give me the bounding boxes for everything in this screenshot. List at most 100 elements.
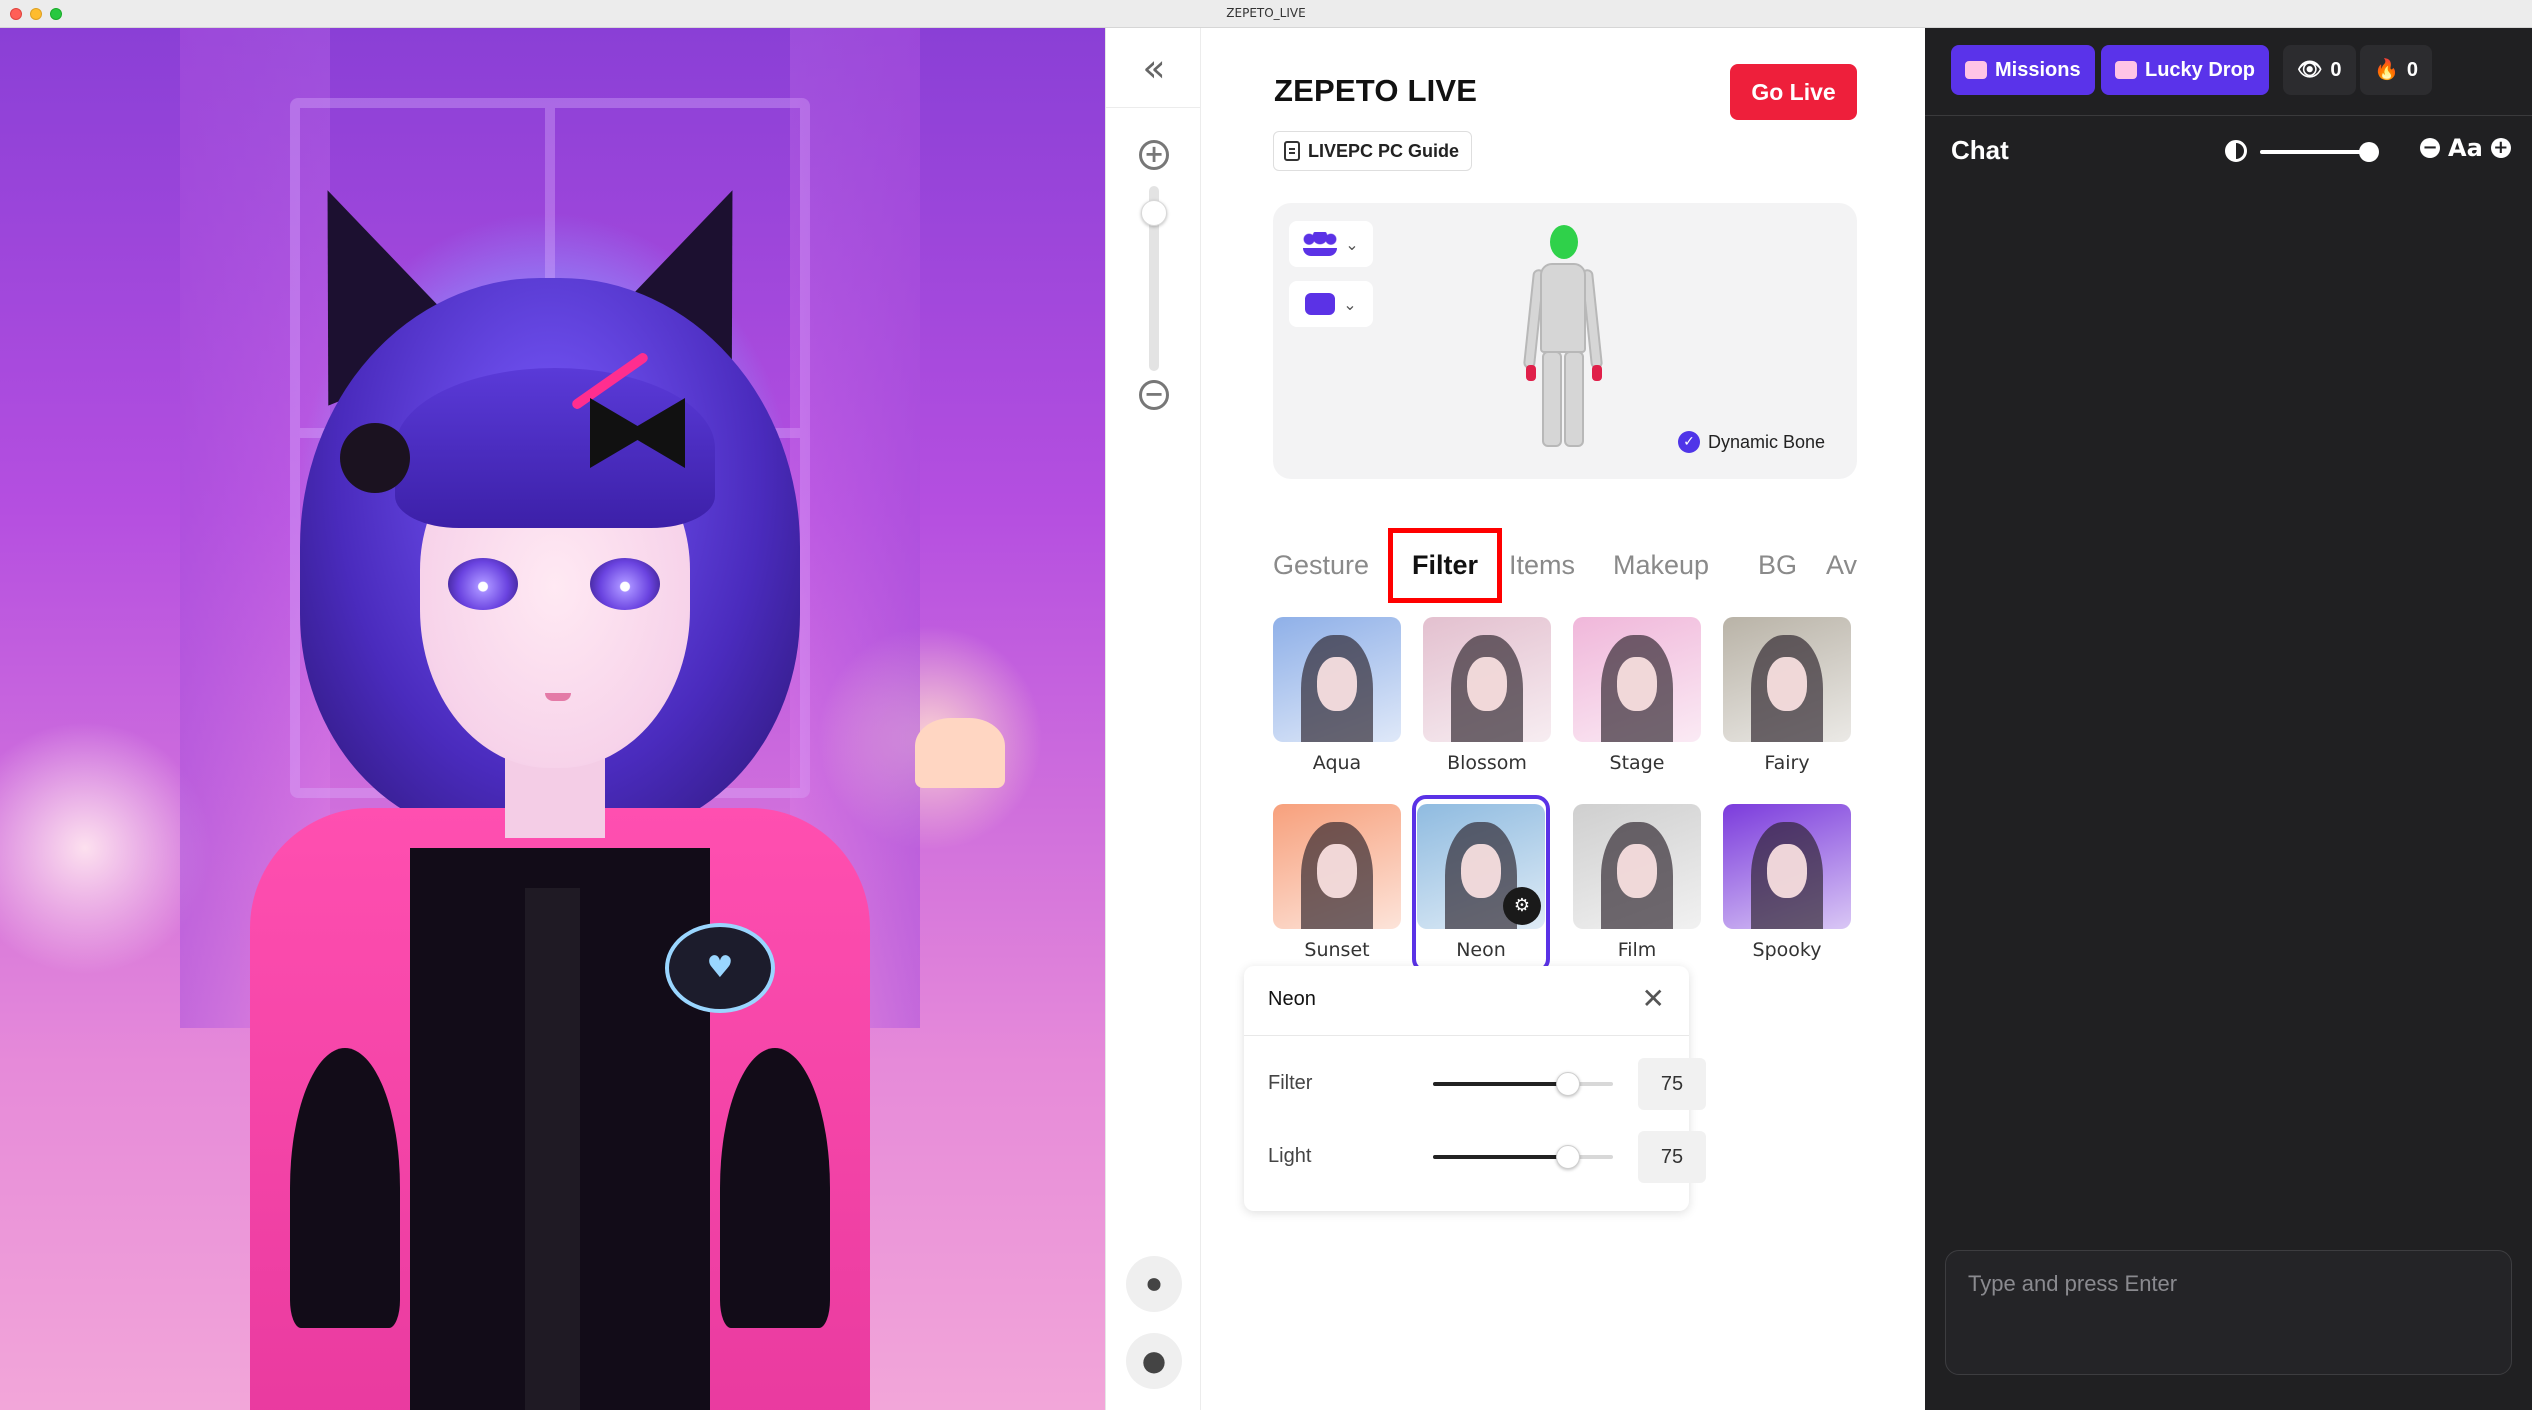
tab-avatar[interactable]: Av xyxy=(1826,528,1857,603)
contrast-icon xyxy=(2225,140,2247,162)
pc-guide-label: LIVEPC PC Guide xyxy=(1308,141,1460,161)
zoom-out-icon[interactable]: − xyxy=(1139,380,1169,410)
filter-strength-value[interactable]: 75 xyxy=(1638,1058,1706,1110)
heart-patch: ♥ xyxy=(665,923,775,1013)
lamp xyxy=(915,718,1005,788)
slider-thumb[interactable] xyxy=(1556,1145,1580,1169)
mannequin-leg-right xyxy=(1564,351,1584,447)
filter-item-aqua[interactable]: Aqua xyxy=(1268,617,1406,774)
panel-tabs: Gesture Filter Items Makeup BG Av xyxy=(1273,528,1857,603)
viewers-counter: 👁 0 xyxy=(2283,45,2356,95)
slider-thumb[interactable] xyxy=(2359,142,2380,162)
filter-strength-row: Filter 75 xyxy=(1268,1058,1706,1110)
slider-thumb[interactable] xyxy=(1556,1072,1580,1096)
font-size-label: Aa xyxy=(2448,134,2483,162)
chat-input[interactable]: Type and press Enter xyxy=(1945,1250,2512,1375)
tab-items[interactable]: Items xyxy=(1509,528,1575,603)
flame-icon: 🔥 xyxy=(2374,59,2399,81)
font-size-controls: − Aa + xyxy=(2420,134,2511,162)
lucky-drop-button[interactable]: Lucky Drop xyxy=(2101,45,2270,95)
filter-thumbnail xyxy=(1573,617,1701,742)
sliders-icon[interactable]: ⚙ xyxy=(1503,887,1541,925)
tab-gesture[interactable]: Gesture xyxy=(1273,528,1369,603)
filter-item-blossom[interactable]: Blossom xyxy=(1418,617,1556,774)
zoom-slider[interactable] xyxy=(1141,186,1167,371)
filter-label: Aqua xyxy=(1312,752,1362,774)
mannequin-leg-left xyxy=(1542,351,1562,447)
slider-fill xyxy=(1433,1155,1568,1159)
filter-thumbnail xyxy=(1273,617,1401,742)
body-tracking-card: ⌄ ⌄ ✓ Dynamic Bone xyxy=(1273,203,1857,479)
filter-item-spooky[interactable]: Spooky xyxy=(1718,804,1856,961)
filter-thumbnail xyxy=(1423,617,1551,742)
control-panel: ZEPETO LIVE Go Live LIVEPC PC Guide ⌄ ⌄ … xyxy=(1201,28,1925,1410)
zoom-in-icon[interactable]: + xyxy=(1139,140,1169,170)
filter-thumbnail xyxy=(1573,804,1701,929)
zoom-slider-thumb[interactable] xyxy=(1141,200,1167,226)
paw-hair-accessory xyxy=(340,423,410,493)
filter-adjust-popover: Neon ✕ Filter 75 Light 75 xyxy=(1244,966,1706,1211)
camera-icon xyxy=(1305,293,1336,315)
slider-fill xyxy=(1433,1082,1568,1086)
adjust-label: Filter xyxy=(1268,1072,1313,1094)
chat-opacity-slider[interactable] xyxy=(2260,142,2380,162)
filter-label: Sunset xyxy=(1304,939,1370,961)
avatar-camera-view[interactable]: ♥ xyxy=(0,28,1105,1410)
mannequin-hand-left xyxy=(1526,365,1536,381)
chat-title: Chat xyxy=(1951,135,2009,165)
tracking-mode-dropdown[interactable]: ⌄ xyxy=(1289,221,1373,267)
pc-guide-button[interactable]: LIVEPC PC Guide xyxy=(1273,131,1473,171)
double-chevron-left-icon[interactable]: « xyxy=(1106,28,1202,108)
people-icon xyxy=(1303,232,1338,256)
dynamic-bone-checkbox[interactable]: ✓ Dynamic Bone xyxy=(1678,431,1825,453)
filter-label: Film xyxy=(1617,939,1657,961)
chat-pane: Missions Lucky Drop 👁 0 🔥 0 Chat − Aa + … xyxy=(1925,28,2532,1410)
light-strength-value[interactable]: 75 xyxy=(1638,1131,1706,1183)
filter-strength-slider[interactable] xyxy=(1433,1072,1613,1096)
adjust-header: Neon ✕ xyxy=(1244,966,1689,1036)
filter-thumbnail xyxy=(1723,804,1851,929)
avatar-tie xyxy=(525,888,580,1410)
filter-item-film[interactable]: Film xyxy=(1568,804,1706,961)
filter-label: Blossom xyxy=(1447,752,1527,774)
minus-icon[interactable]: − xyxy=(2420,138,2440,158)
avatar-pose-icon[interactable]: ● xyxy=(1126,1333,1182,1389)
chevron-down-icon: ⌄ xyxy=(1345,234,1359,254)
document-icon xyxy=(1284,141,1300,161)
adjust-label: Light xyxy=(1268,1145,1312,1167)
check-icon: ✓ xyxy=(1678,431,1700,453)
adjust-title: Neon xyxy=(1268,988,1316,1010)
record-gift-icon[interactable]: ⏺ xyxy=(1126,1256,1182,1312)
filter-label: Stage xyxy=(1609,752,1665,774)
likes-counter: 🔥 0 xyxy=(2360,45,2433,95)
window-title: ZEPETO_LIVE xyxy=(1226,6,1306,20)
tab-bg[interactable]: BG xyxy=(1758,528,1797,603)
filter-thumbnail: ⚙ xyxy=(1417,804,1545,929)
chevron-down-icon: ⌄ xyxy=(1343,294,1357,314)
filter-item-stage[interactable]: Stage xyxy=(1568,617,1706,774)
view-toolstrip: « + − ⏺ ● xyxy=(1105,28,1202,1410)
plus-icon[interactable]: + xyxy=(2490,138,2511,158)
filter-item-neon[interactable]: ⚙ Neon xyxy=(1412,795,1550,973)
missions-label: Missions xyxy=(1995,59,2081,81)
missions-button[interactable]: Missions xyxy=(1951,45,2095,95)
avatar-eye-left xyxy=(448,558,518,610)
tab-filter[interactable]: Filter xyxy=(1388,528,1503,603)
lucky-drop-label: Lucky Drop xyxy=(2145,59,2256,81)
light-strength-slider[interactable] xyxy=(1433,1145,1613,1169)
gift-icon xyxy=(2115,61,2137,79)
tab-makeup[interactable]: Makeup xyxy=(1613,528,1709,603)
eye-icon: 👁 xyxy=(2297,59,2323,81)
filter-label: Spooky xyxy=(1752,939,1822,961)
camera-source-dropdown[interactable]: ⌄ xyxy=(1289,281,1373,327)
filter-item-sunset[interactable]: Sunset xyxy=(1268,804,1406,961)
close-icon[interactable]: ✕ xyxy=(1642,982,1665,1015)
missions-icon xyxy=(1965,61,1987,79)
mannequin-torso xyxy=(1540,263,1586,353)
dynamic-bone-label: Dynamic Bone xyxy=(1708,431,1826,452)
viewers-count: 0 xyxy=(2330,59,2342,81)
filter-thumbnail xyxy=(1273,804,1401,929)
likes-count: 0 xyxy=(2406,59,2419,81)
filter-item-fairy[interactable]: Fairy xyxy=(1718,617,1856,774)
go-live-button[interactable]: Go Live xyxy=(1730,64,1857,120)
